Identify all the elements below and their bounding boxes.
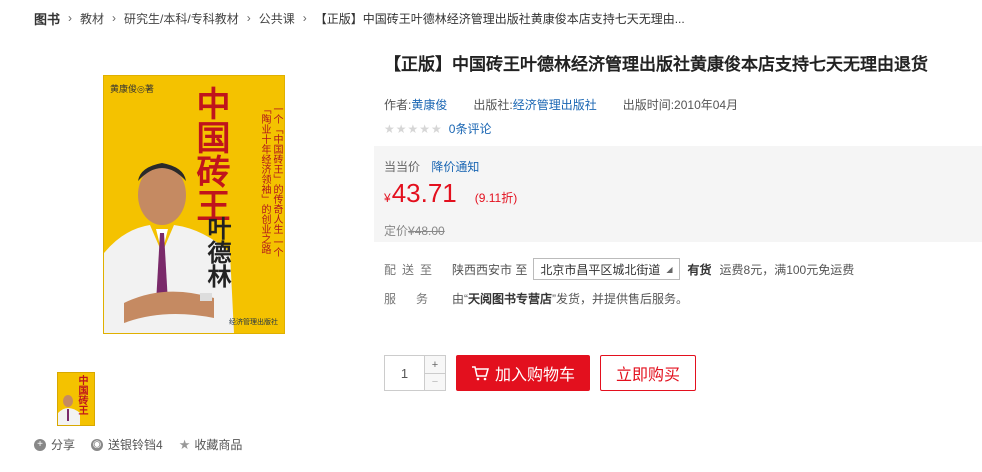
currency-symbol: ¥ (384, 191, 391, 205)
publisher-link[interactable]: 经济管理出版社 (513, 98, 597, 112)
breadcrumb-separator: › (68, 11, 73, 25)
product-title: 【正版】中国砖王叶德林经济管理出版社黄康俊本店支持七天无理由退货 (384, 55, 928, 74)
price-label: 当当价 (384, 160, 421, 174)
share-icon: + (34, 438, 46, 451)
publisher-field: 出版社:经济管理出版社 (473, 96, 596, 113)
price-label-row: 当当价 降价通知 (384, 158, 479, 175)
star-icon: ★ (178, 436, 191, 452)
list-price-value: ¥48.00 (408, 224, 445, 238)
gift-bell-button[interactable]: ◉ 送银铃铛4 (91, 436, 163, 453)
author-link[interactable]: 黄康俊 (411, 98, 447, 112)
publish-date: 出版时间:2010年04月 (622, 98, 739, 112)
buy-now-button[interactable]: 立即购买 (600, 355, 696, 391)
price-box: 当当价 降价通知 ¥ 43.71 (9.11折) 定价¥48.00 (374, 146, 982, 242)
breadcrumb-university-textbooks[interactable]: 研究生/本科/专科教材 (124, 10, 239, 27)
list-price-label: 定价 (384, 224, 409, 238)
thumbnail-title: 中国砖王 (76, 375, 87, 415)
author-field: 作者:黄康俊 (384, 96, 447, 113)
cover-thumbnail[interactable]: 中国砖王 (57, 372, 95, 426)
product-meta: 作者:黄康俊 出版社:经济管理出版社 出版时间:2010年04月 (384, 96, 764, 113)
service-suffix: ”发货，并提供售后服务。 (552, 292, 689, 306)
service-prefix: 由“ (452, 292, 468, 306)
gift-label: 送银铃铛4 (108, 438, 163, 452)
quantity-input[interactable]: 1 (385, 356, 425, 390)
service-text: 由“天阅图书专营店”发货，并提供售后服务。 (452, 290, 688, 307)
reviews-link[interactable]: 0条评论 (449, 120, 492, 137)
chevron-down-icon: ◢ (666, 264, 673, 274)
product-image-area: 黄康俊◎著 中国砖王 一个「中国砖王」的传奇人生 一个「陶业十年经济领袖」的创业… (34, 60, 354, 350)
cover-name: 叶德林 (203, 216, 232, 288)
quantity-plus-button[interactable]: + (425, 356, 445, 373)
cover-subtitle: 一个「中国砖王」的传奇人生 一个「陶业十年经济领袖」的创业之路 (259, 104, 282, 258)
rating-row: ★★★★★ 0条评论 (384, 120, 491, 137)
price-drop-notify-link[interactable]: 降价通知 (431, 160, 479, 174)
quantity-minus-button[interactable]: − (425, 373, 445, 390)
breadcrumb-current-product: 【正版】中国砖王叶德林经济管理出版社黄康俊本店支持七天无理由... (314, 11, 685, 26)
shipping-label: 配送至 (384, 262, 439, 277)
service-label: 服务 (384, 292, 449, 306)
favorite-button[interactable]: ★ 收藏商品 (179, 436, 243, 453)
breadcrumb-books[interactable]: 图书 (34, 9, 60, 28)
rating-stars-icon: ★★★★★ (384, 121, 443, 136)
add-to-cart-label: 加入购物车 (494, 367, 575, 384)
shipping-fee: 运费8元，满100元免运费 (719, 262, 855, 277)
price-value: 43.71 (391, 178, 457, 208)
shipping-address-value: 北京市昌平区城北街道 (540, 262, 661, 277)
cover-author: 黄康俊◎著 (110, 84, 154, 94)
purchase-row: 1 + − 加入购物车 立即购买 (384, 355, 696, 391)
book-cover-image[interactable]: 黄康俊◎著 中国砖王 一个「中国砖王」的传奇人生 一个「陶业十年经济领袖」的创业… (103, 75, 285, 334)
buy-now-label: 立即购买 (615, 367, 680, 384)
breadcrumb-separator: › (302, 11, 307, 25)
breadcrumb-textbooks[interactable]: 教材 (80, 10, 104, 27)
list-price: 定价¥48.00 (384, 222, 445, 239)
cart-icon (471, 366, 489, 381)
shipping-row: 配送至 陕西西安市 至 北京市昌平区城北街道 ◢ 有货 运费8元，满100元免运… (384, 258, 854, 280)
author-label: 作者: (384, 98, 412, 112)
discount-badge: (9.11折) (474, 191, 518, 205)
publisher-label: 出版社: (473, 98, 513, 112)
quantity-buttons: + − (425, 356, 445, 390)
cover-publisher-logo: 经济管理出版社 (229, 319, 278, 326)
service-row: 服务 由“天阅图书专营店”发货，并提供售后服务。 (384, 290, 688, 307)
share-label: 分享 (51, 438, 76, 452)
favorite-label: 收藏商品 (194, 438, 243, 452)
current-price: ¥ 43.71 (9.11折) (384, 178, 517, 209)
breadcrumb-separator: › (112, 11, 117, 25)
breadcrumb-separator: › (246, 11, 251, 25)
bell-icon: ◉ (91, 438, 104, 451)
share-bar: + 分享 ◉ 送银铃铛4 ★ 收藏商品 (34, 436, 258, 453)
add-to-cart-button[interactable]: 加入购物车 (456, 355, 590, 391)
breadcrumb: 图书 › 教材 › 研究生/本科/专科教材 › 公共课 › 【正版】中国砖王叶德… (34, 8, 685, 28)
shipping-origin: 陕西西安市 至 (452, 262, 528, 277)
shop-name-link[interactable]: 天阅图书专营店 (468, 292, 552, 306)
breadcrumb-public-courses[interactable]: 公共课 (259, 10, 295, 27)
share-button[interactable]: + 分享 (34, 436, 75, 453)
shipping-address-select[interactable]: 北京市昌平区城北街道 ◢ (533, 258, 680, 280)
cover-title: 中国砖王 (190, 86, 230, 222)
quantity-stepper: 1 + − (384, 355, 446, 391)
stock-status: 有货 (687, 262, 712, 277)
